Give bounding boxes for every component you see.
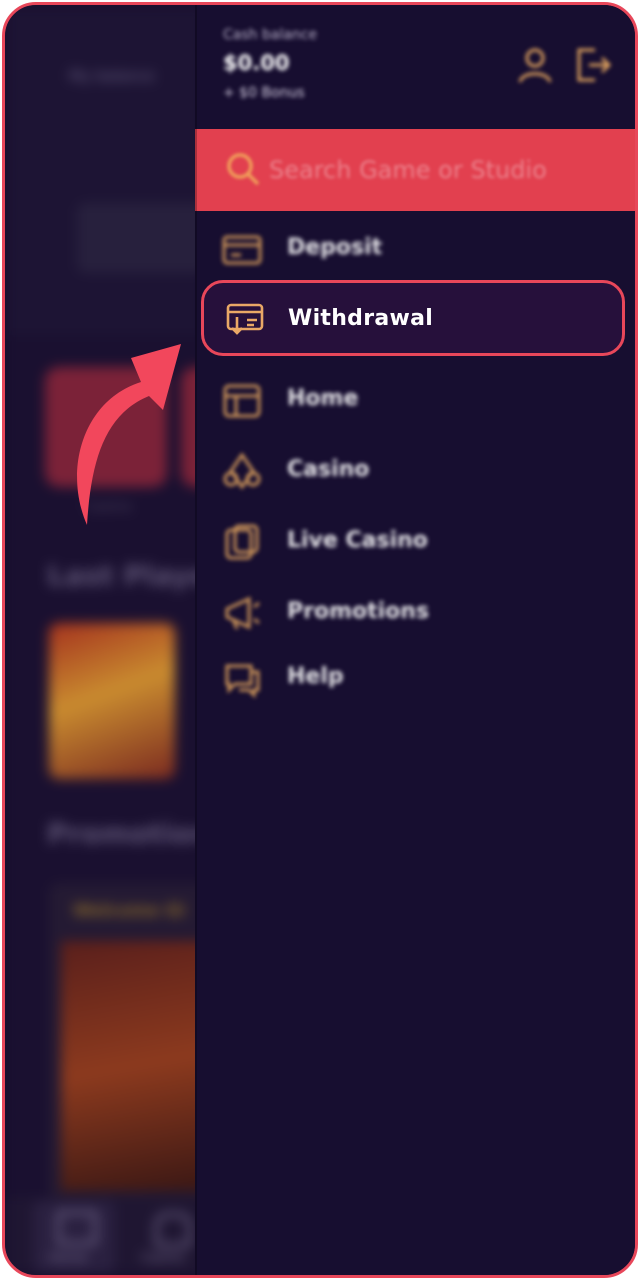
- menu-item-label: Live Casino: [287, 528, 428, 553]
- menu-item-withdrawal[interactable]: Withdrawal: [201, 280, 625, 356]
- game-thumbnail: [49, 623, 175, 779]
- menu-item-casino[interactable]: Casino: [195, 439, 635, 503]
- cards-icon: [223, 452, 261, 490]
- search-input[interactable]: [267, 145, 611, 195]
- home-icon: [223, 384, 261, 418]
- withdraw-icon: [226, 303, 264, 335]
- bottom-nav-casino-label: Casino: [141, 1251, 185, 1266]
- menu-item-label: Deposit: [287, 235, 383, 260]
- bottom-nav-home-label: Home: [49, 1251, 88, 1266]
- promo-image: [61, 941, 211, 1191]
- menu-item-label: Casino: [287, 457, 370, 482]
- menu-item-promotions[interactable]: Promotions: [195, 581, 635, 645]
- phone-frame: My balance Casino Last Played Promotions…: [2, 2, 638, 1278]
- my-balance-label: My balance: [69, 67, 155, 85]
- megaphone-icon: [225, 596, 260, 630]
- menu-item-label: Home: [287, 386, 359, 411]
- menu-item-home[interactable]: Home: [195, 368, 635, 432]
- chat-help-icon: [225, 664, 260, 698]
- search-icon: [227, 153, 260, 186]
- background-header: [5, 5, 205, 335]
- menu-item-label: Promotions: [287, 599, 430, 624]
- wallet-icon: [222, 235, 262, 265]
- logout-icon[interactable]: [573, 45, 613, 85]
- casino-icon: [155, 1213, 191, 1247]
- pointer-arrow-icon: [77, 344, 181, 525]
- cash-balance-label: Cash balance: [223, 27, 318, 43]
- menu-item-label: Help: [287, 664, 344, 689]
- menu-item-live-casino[interactable]: Live Casino: [195, 510, 635, 574]
- menu-item-help[interactable]: Help: [195, 646, 635, 710]
- side-menu: Cash balance $0.00 + $0 Bonus Search Gam…: [195, 5, 635, 1275]
- live-casino-icon: [225, 524, 259, 560]
- menu-item-label: Withdrawal: [288, 306, 434, 331]
- background-app: My balance Casino Last Played Promotions…: [5, 5, 229, 1275]
- cash-balance-value: $0.00: [223, 51, 290, 75]
- search-bar[interactable]: [195, 129, 635, 211]
- menu-item-deposit[interactable]: Deposit: [195, 217, 635, 281]
- bonus-balance: + $0 Bonus: [223, 85, 305, 101]
- background-deposit-box: [77, 203, 207, 273]
- menu-header: Cash balance $0.00 + $0 Bonus: [195, 5, 635, 127]
- promo-title: Welcome Gi: [73, 901, 186, 921]
- user-icon[interactable]: [515, 45, 555, 85]
- menu-edge: [195, 5, 197, 1275]
- home-icon: [57, 1211, 97, 1245]
